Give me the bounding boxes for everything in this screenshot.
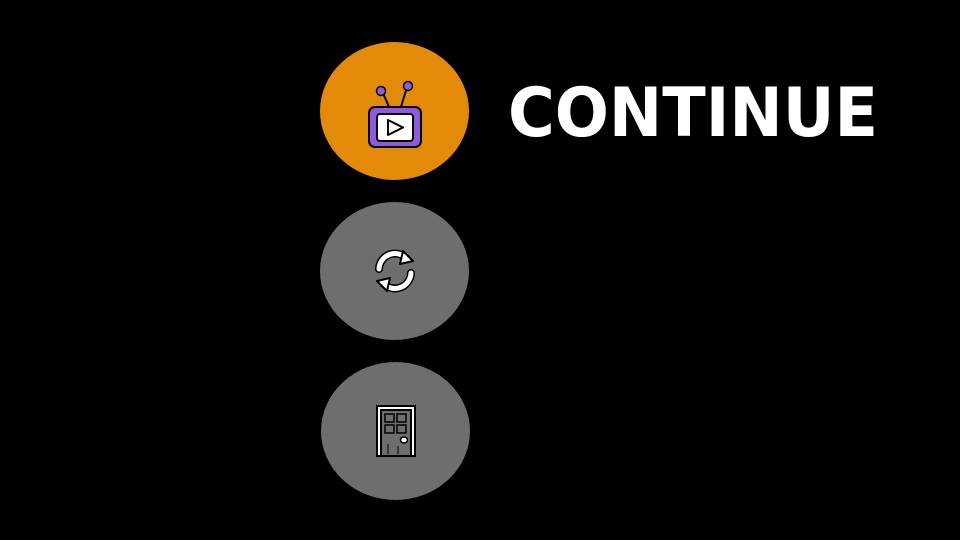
tv-play-icon <box>367 80 422 148</box>
selected-item-label: CONTINUE <box>506 70 906 160</box>
restart-button[interactable] <box>320 202 469 340</box>
pause-menu: CONTINUE <box>0 0 960 540</box>
door-icon <box>375 405 416 457</box>
continue-button[interactable] <box>320 42 469 180</box>
refresh-icon <box>374 249 415 293</box>
quit-button[interactable] <box>321 362 470 500</box>
continue-label-text: CONTINUE <box>508 74 878 153</box>
